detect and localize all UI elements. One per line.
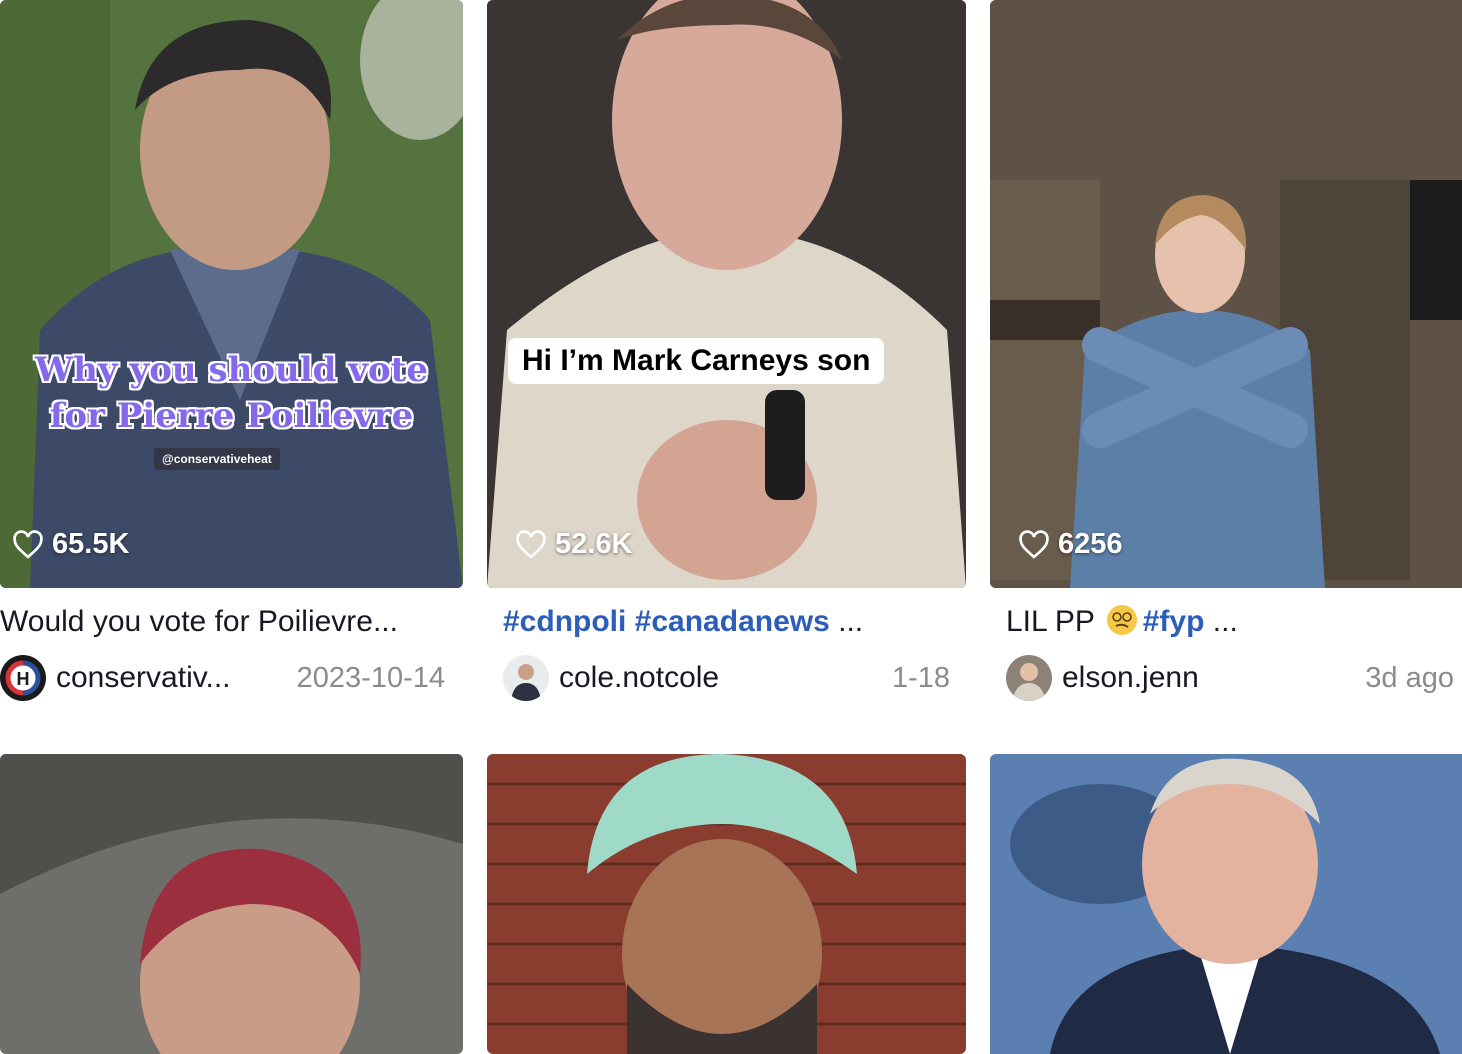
author-name[interactable]: elson.jenn (1062, 661, 1357, 695)
like-count: 65.5K (12, 528, 129, 561)
like-count-value: 65.5K (52, 528, 130, 560)
like-count: 6256 (1018, 528, 1123, 561)
video-meta: H conservativ... 2023-10-14 (0, 655, 463, 701)
avatar[interactable] (1006, 655, 1052, 701)
video-caption[interactable]: Would you vote for Poilievre... (0, 605, 463, 639)
video-thumbnail[interactable]: Hi I’m Mark Carneys son 52.6K (487, 0, 966, 588)
video-meta: cole.notcole 1-18 (503, 655, 950, 701)
like-count-value: 52.6K (555, 528, 633, 560)
video-thumbnail[interactable] (990, 754, 1462, 1054)
heart-icon (1019, 529, 1049, 559)
thumbnail-image (487, 0, 966, 588)
caption-hashtag[interactable]: #fyp (1143, 605, 1205, 638)
caption-more: ... (829, 605, 864, 638)
thumbnail-image (990, 754, 1462, 1054)
heart-icon (516, 529, 546, 559)
post-date: 2023-10-14 (296, 661, 445, 694)
overlay-title-line-2: for Pierre Poilievre (49, 396, 414, 436)
post-date: 3d ago (1365, 661, 1454, 694)
thumbnail-image (990, 0, 1462, 588)
video-card-6[interactable] (990, 754, 1462, 1054)
woozy-face-emoji-icon (1106, 605, 1137, 635)
author-name[interactable]: cole.notcole (559, 661, 884, 695)
post-date: 1-18 (891, 661, 950, 694)
like-count: 52.6K (515, 528, 632, 561)
caption-hashtags[interactable]: #cdnpoli #canadanews (503, 605, 830, 638)
video-meta: elson.jenn 3d ago (1006, 655, 1454, 701)
avatar[interactable]: H (0, 655, 46, 701)
video-thumbnail[interactable] (0, 754, 463, 1054)
thumbnail-image (0, 754, 463, 1054)
video-thumbnail[interactable]: 6256 (990, 0, 1462, 588)
caption-more: ... (1204, 605, 1238, 638)
thumbnail-image (487, 754, 966, 1054)
like-count-value: 6256 (1058, 528, 1123, 560)
overlay-title-line-1: Why you should vote (34, 350, 429, 390)
svg-text:H: H (17, 669, 30, 689)
author-name[interactable]: conservativ... (56, 661, 289, 695)
avatar[interactable] (503, 655, 549, 701)
watermark: @conservativeheat (154, 448, 280, 470)
caption-text: LIL PP (1006, 605, 1103, 638)
text-sticker: Hi I’m Mark Carneys son (508, 338, 885, 384)
video-caption[interactable]: LIL PP #fyp ... (1006, 605, 1462, 639)
heart-icon (13, 529, 43, 559)
video-thumbnail[interactable]: Why you should vote for Pierre Poilievre… (0, 0, 463, 588)
video-card-4[interactable] (0, 754, 463, 1054)
thumbnail-image (0, 0, 463, 588)
video-card-5[interactable] (487, 754, 966, 1054)
video-caption[interactable]: #cdnpoli #canadanews ... (503, 605, 982, 639)
video-thumbnail[interactable] (487, 754, 966, 1054)
